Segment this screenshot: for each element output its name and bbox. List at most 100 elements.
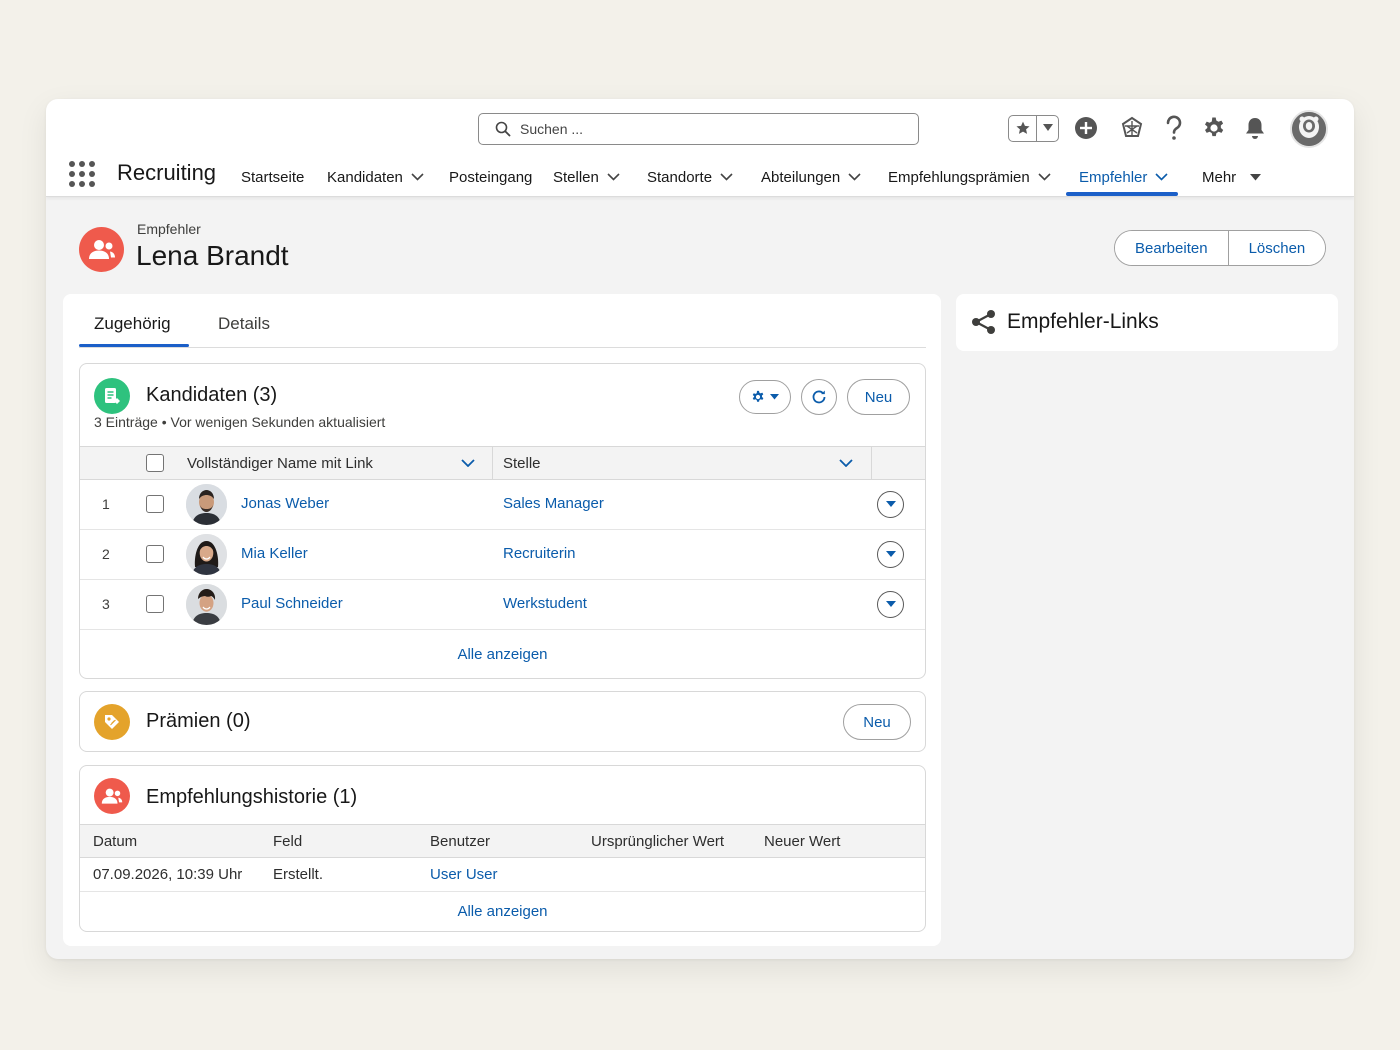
chevron-down-icon[interactable] bbox=[720, 173, 733, 181]
gear-icon[interactable] bbox=[1201, 115, 1227, 141]
referrer-record-icon bbox=[79, 227, 124, 272]
nav-item-posteingang[interactable]: Posteingang bbox=[449, 157, 532, 197]
row-number: 2 bbox=[102, 546, 110, 562]
column-header-name[interactable]: Vollständiger Name mit Link bbox=[187, 447, 373, 479]
star-icon[interactable] bbox=[1009, 115, 1037, 141]
list-settings-button[interactable] bbox=[739, 380, 791, 414]
search-icon bbox=[495, 121, 511, 137]
new-reward-button[interactable]: Neu bbox=[843, 704, 911, 740]
nav-item-abteilungen[interactable]: Abteilungen bbox=[761, 157, 861, 197]
row-checkbox[interactable] bbox=[146, 495, 164, 513]
nav-item-empfehlungspraemien[interactable]: Empfehlungsprämien bbox=[888, 157, 1051, 197]
nav-item-label: Empfehler bbox=[1079, 168, 1148, 186]
select-all-checkbox[interactable] bbox=[146, 447, 164, 479]
history-user-link[interactable]: User User bbox=[430, 866, 498, 883]
nav-item-label: Posteingang bbox=[449, 168, 533, 186]
bell-icon[interactable] bbox=[1242, 115, 1268, 141]
help-icon[interactable] bbox=[1161, 115, 1187, 141]
related-list-title[interactable]: Empfehlungshistorie (1) bbox=[146, 786, 357, 809]
astro-avatar-icon bbox=[1292, 112, 1326, 146]
global-header: Recruiting Startseite Kandidaten Postein… bbox=[46, 99, 1354, 197]
candidate-position-link[interactable]: Werkstudent bbox=[503, 595, 587, 612]
candidate-avatar bbox=[186, 484, 227, 525]
chevron-down-icon[interactable] bbox=[848, 173, 861, 181]
row-action-menu[interactable] bbox=[877, 491, 904, 518]
chevron-down-icon[interactable] bbox=[1155, 173, 1168, 181]
tab-details[interactable]: Details bbox=[218, 314, 270, 348]
table-row: 1 Jonas Weber Sales Manager bbox=[80, 480, 925, 530]
column-header-user: Benutzer bbox=[430, 832, 491, 850]
referrer-links-card: Empfehler-Links bbox=[956, 294, 1338, 351]
table-row: 07.09.2026, 10:39 Uhr Erstellt. User Use… bbox=[80, 858, 925, 892]
row-checkbox[interactable] bbox=[146, 595, 164, 613]
history-date: 07.09.2026, 10:39 Uhr bbox=[93, 866, 243, 883]
global-search[interactable] bbox=[478, 113, 919, 145]
related-list-title[interactable]: Kandidaten (3) bbox=[146, 384, 277, 407]
share-icon bbox=[971, 309, 997, 340]
column-divider[interactable] bbox=[492, 447, 493, 479]
chevron-down-icon[interactable] bbox=[411, 173, 424, 181]
row-number: 1 bbox=[102, 496, 110, 512]
nav-item-label: Abteilungen bbox=[761, 168, 841, 186]
chevron-down-icon[interactable] bbox=[1038, 173, 1051, 181]
favorites-button[interactable] bbox=[1008, 114, 1059, 142]
caret-down-icon bbox=[885, 601, 896, 607]
nav-item-label: Kandidaten bbox=[327, 168, 403, 186]
caret-down-icon bbox=[885, 501, 896, 507]
app-name: Recruiting bbox=[117, 160, 217, 185]
row-action-menu[interactable] bbox=[877, 591, 904, 618]
candidate-name-link[interactable]: Paul Schneider bbox=[241, 595, 343, 612]
candidate-name-link[interactable]: Mia Keller bbox=[241, 545, 308, 562]
chevron-down-icon[interactable] bbox=[461, 447, 475, 479]
nav-item-empfehler[interactable]: Empfehler bbox=[1079, 157, 1168, 197]
app-navigation: Recruiting Startseite Kandidaten Postein… bbox=[46, 157, 1354, 197]
nav-item-mehr[interactable]: Mehr bbox=[1202, 157, 1262, 197]
nav-item-label: Stellen bbox=[553, 168, 599, 186]
row-number: 3 bbox=[102, 596, 110, 612]
active-tab-indicator bbox=[79, 344, 189, 347]
candidates-related-list: Kandidaten (3) 3 Einträge • Vor wenigen … bbox=[79, 363, 926, 679]
nav-item-kandidaten[interactable]: Kandidaten bbox=[327, 157, 424, 197]
header-utilities bbox=[1008, 110, 1059, 146]
app-launcher-icon[interactable] bbox=[69, 161, 95, 187]
view-all-history-link[interactable]: Alle anzeigen bbox=[80, 903, 925, 920]
history-field: Erstellt. bbox=[273, 866, 324, 883]
nav-item-label: Mehr bbox=[1202, 168, 1237, 186]
history-record-icon bbox=[94, 778, 130, 814]
search-input[interactable] bbox=[520, 121, 900, 137]
chevron-down-icon[interactable] bbox=[839, 447, 853, 479]
side-card-title: Empfehler-Links bbox=[1007, 310, 1159, 333]
candidate-position-link[interactable]: Recruiterin bbox=[503, 545, 576, 562]
candidate-name-link[interactable]: Jonas Weber bbox=[241, 495, 329, 512]
nav-item-label: Standorte bbox=[647, 168, 713, 186]
column-divider[interactable] bbox=[871, 447, 872, 479]
row-action-menu[interactable] bbox=[877, 541, 904, 568]
caret-down-icon[interactable] bbox=[1037, 116, 1058, 141]
related-list-subtitle: 3 Einträge • Vor wenigen Sekunden aktual… bbox=[94, 414, 386, 430]
record-type-label: Empfehler bbox=[137, 221, 201, 237]
related-tab-card: Zugehörig Details Kandidaten (3) 3 Eintr… bbox=[63, 294, 941, 946]
column-header-position[interactable]: Stelle bbox=[503, 447, 541, 479]
history-table-header: Datum Feld Benutzer Ursprünglicher Wert … bbox=[80, 824, 925, 858]
related-list-title[interactable]: Prämien (0) bbox=[146, 710, 250, 733]
refresh-button[interactable] bbox=[801, 379, 837, 415]
nav-item-startseite[interactable]: Startseite bbox=[241, 157, 304, 197]
nav-item-stellen[interactable]: Stellen bbox=[553, 157, 620, 197]
chevron-down-icon[interactable] bbox=[607, 173, 620, 181]
candidate-position-link[interactable]: Sales Manager bbox=[503, 495, 604, 512]
candidates-table-header: Vollständiger Name mit Link Stelle bbox=[80, 446, 925, 480]
delete-button[interactable]: Löschen bbox=[1227, 231, 1326, 265]
row-checkbox[interactable] bbox=[146, 545, 164, 563]
global-create-icon[interactable] bbox=[1073, 115, 1099, 141]
trailhead-icon[interactable] bbox=[1119, 115, 1145, 141]
rewards-related-list: Prämien (0) Neu bbox=[79, 691, 926, 752]
user-avatar[interactable] bbox=[1290, 110, 1328, 148]
tab-zugehoerig[interactable]: Zugehörig bbox=[94, 314, 171, 348]
caret-down-icon bbox=[885, 551, 896, 557]
view-all-candidates-link[interactable]: Alle anzeigen bbox=[80, 646, 925, 663]
column-header-new-value: Neuer Wert bbox=[764, 832, 841, 850]
new-candidate-button[interactable]: Neu bbox=[847, 379, 910, 415]
nav-item-standorte[interactable]: Standorte bbox=[647, 157, 733, 197]
caret-down-icon[interactable] bbox=[1250, 173, 1262, 181]
edit-button[interactable]: Bearbeiten bbox=[1115, 231, 1228, 265]
